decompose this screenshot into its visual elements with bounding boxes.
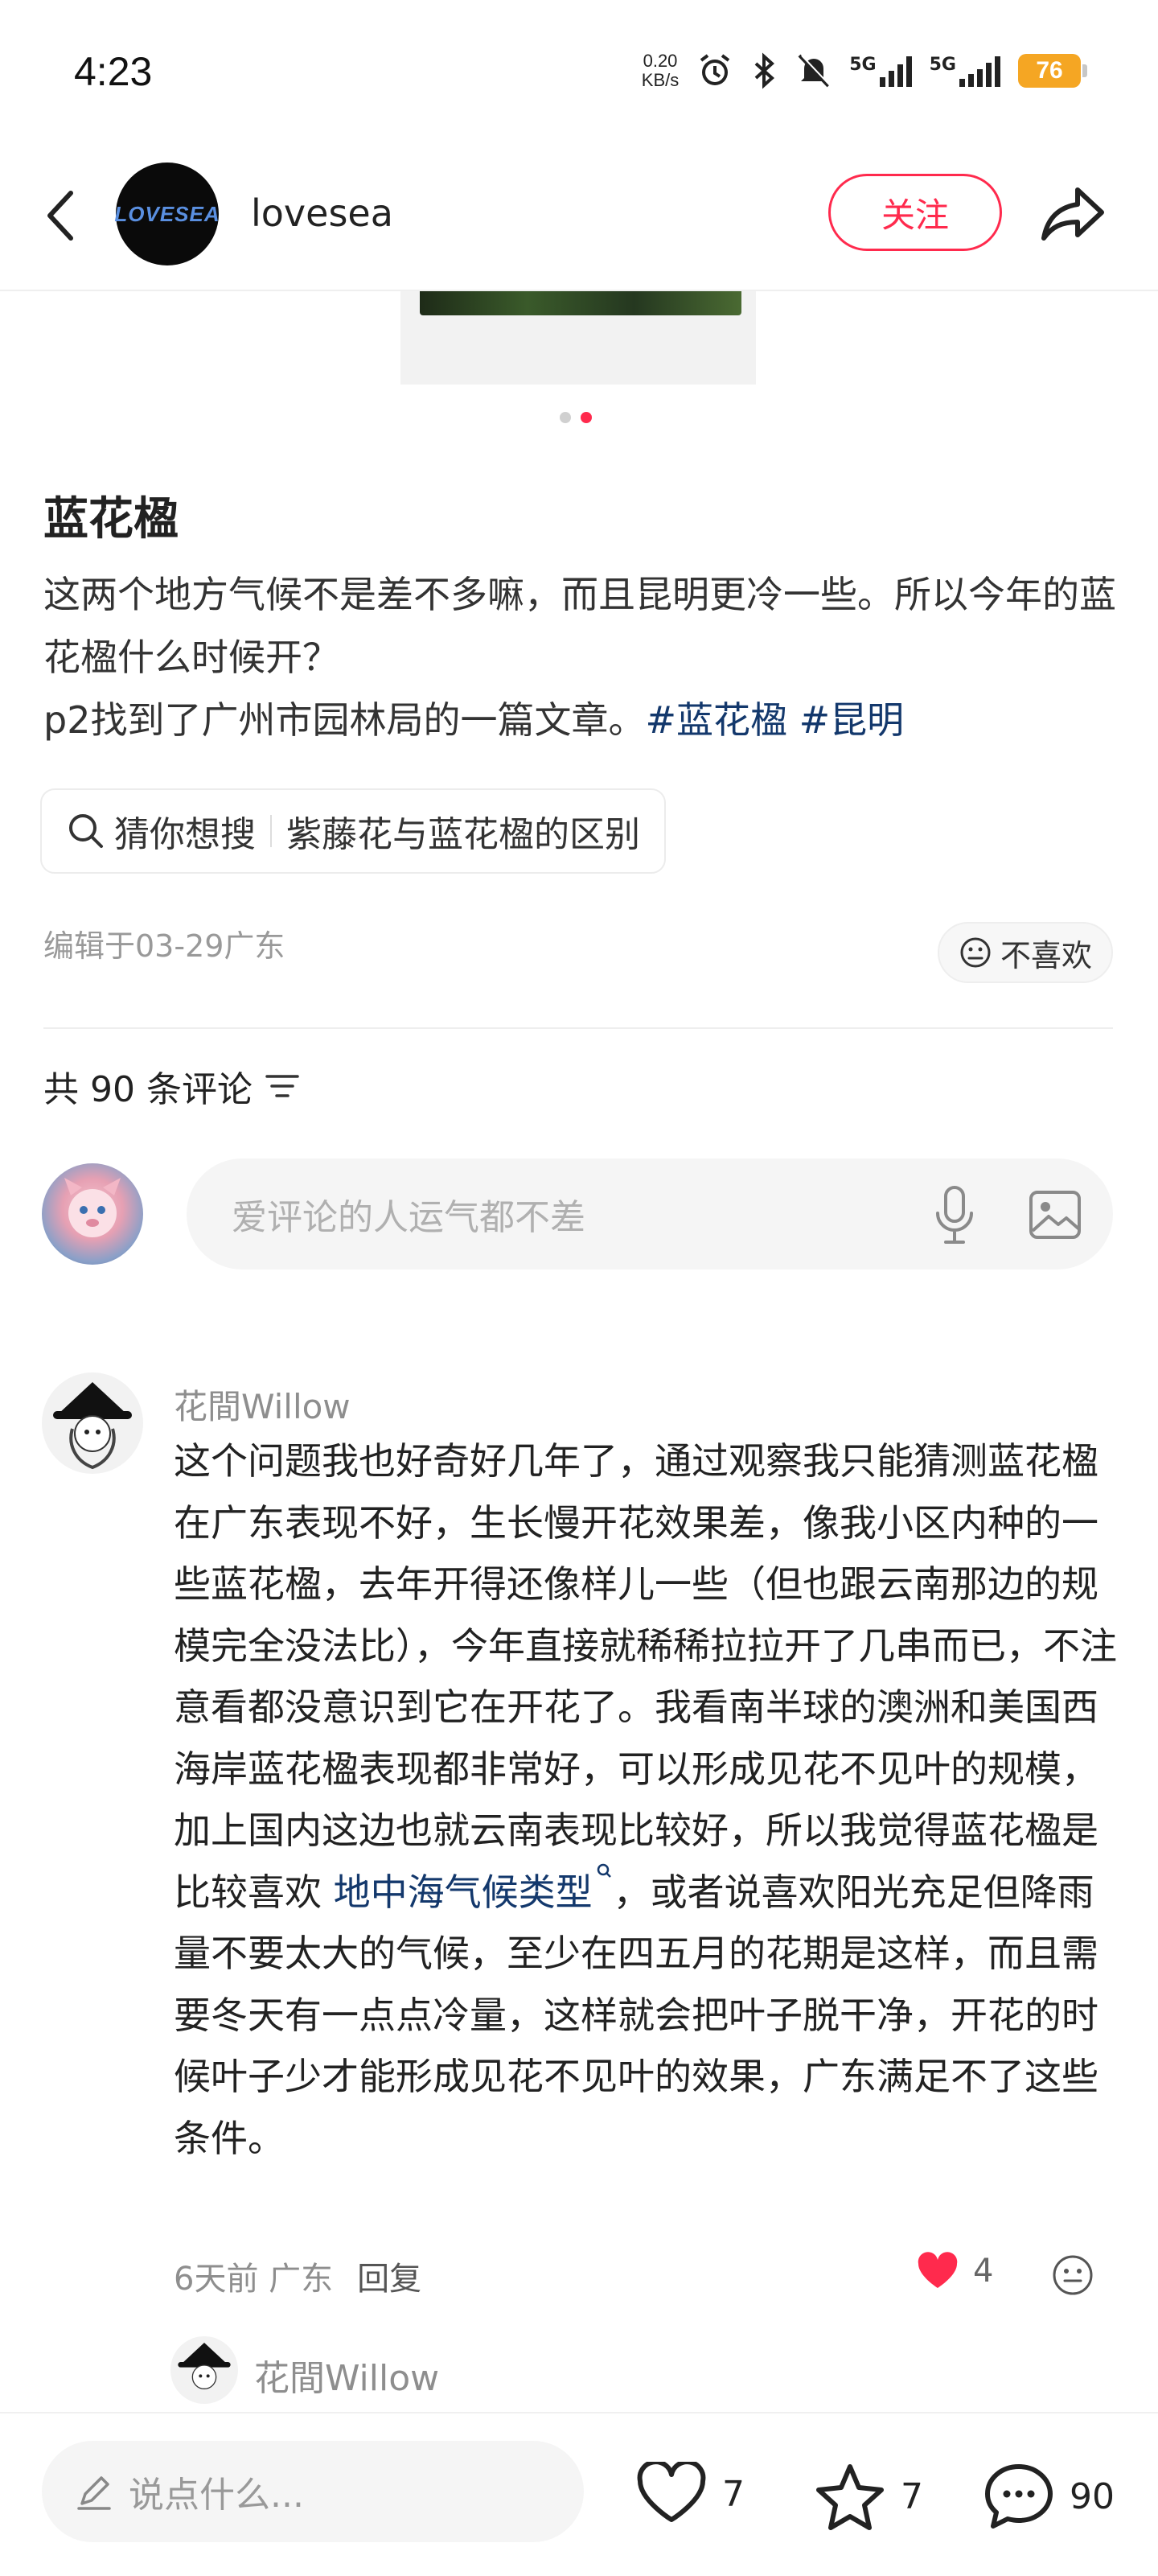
bluetooth-icon [754, 52, 775, 89]
post-title: 蓝花楹 [43, 493, 179, 545]
net-speed-unit: KB/s [641, 70, 680, 90]
comment-bubble-icon [985, 2464, 1053, 2529]
comment-time: 6天前 广东 [174, 2253, 333, 2299]
sort-filter-icon[interactable] [264, 1070, 301, 1102]
wiki-link-text: 地中海气候类型 [333, 1870, 593, 1914]
back-arrow-icon[interactable] [39, 183, 87, 248]
carousel-dot [560, 412, 571, 423]
post-body: 这两个地方气候不是差不多嘛，而且昆明更冷一些。所以今年的蓝花楹什么时候开？ p2… [43, 563, 1121, 751]
microphone-icon[interactable] [926, 1183, 983, 1247]
battery-indicator: 76 [1018, 54, 1087, 88]
dislike-button[interactable]: 不喜欢 [938, 922, 1113, 983]
search-small-icon [597, 1863, 611, 1878]
pencil-icon [77, 2476, 111, 2510]
reply-author-avatar[interactable] [170, 2336, 238, 2404]
follow-button[interactable]: 关注 [828, 174, 1002, 251]
hashtag-link[interactable]: #昆明 [799, 698, 905, 742]
network-speed: 0.20 KB/s [642, 51, 679, 90]
collect-count: 7 [901, 2475, 923, 2517]
reply-button[interactable]: 回复 [357, 2253, 421, 2299]
frown-face-icon [960, 937, 991, 968]
post-header: LOVESEA lovesea 关注 [0, 145, 1158, 291]
status-icons: 0.20 KB/s 5G 5G 76 [642, 47, 1087, 95]
search-term: 紫藤花与蓝花楹的区别 [286, 814, 640, 855]
comment-text: 这个问题我也好奇好几年了，通过观察我只能猜测蓝花楹在广东表现不好，生长慢开花效果… [174, 1430, 1123, 2169]
comment-input-placeholder: 爱评论的人运气都不差 [232, 1197, 585, 1238]
reply-author-name[interactable]: 花間Willow [254, 2349, 439, 2401]
edit-info: 编辑于03-29广东 [43, 928, 285, 964]
like-button[interactable]: 7 [635, 2462, 745, 2526]
commenter-avatar[interactable] [42, 1372, 143, 1474]
signal-sim2-icon: 5G [930, 55, 1000, 87]
comment-like-count: 4 [973, 2253, 994, 2290]
author-logo-text: LOVESEA [114, 201, 220, 226]
wiki-link[interactable]: 地中海气候类型 [333, 1863, 614, 1914]
mute-bell-icon [798, 54, 832, 88]
commenter-name[interactable]: 花間Willow [174, 1380, 351, 1429]
emoji-reaction-icon[interactable] [1050, 2253, 1095, 2298]
star-icon [816, 2464, 884, 2530]
sim2-label: 5G [929, 55, 956, 75]
alarm-icon [700, 54, 730, 85]
share-icon[interactable] [1037, 177, 1110, 249]
suggested-search-chip[interactable]: 猜你想搜 紫藤花与蓝花楹的区别 [40, 788, 666, 874]
heart-filled-icon [918, 2252, 958, 2288]
net-speed-value: 0.20 [643, 51, 678, 71]
sim1-label: 5G [849, 55, 877, 75]
say-placeholder: 说点什么... [129, 2475, 304, 2516]
hashtag-link[interactable]: #蓝花楹 [645, 698, 787, 742]
dislike-label: 不喜欢 [1000, 937, 1092, 973]
status-time: 4:23 [74, 49, 153, 94]
search-icon [69, 814, 103, 848]
bottom-action-bar: 说点什么... 7 7 90 [0, 2412, 1158, 2576]
comment-button[interactable]: 90 [983, 2462, 1115, 2531]
comment-input[interactable]: 爱评论的人运气都不差 [187, 1158, 1113, 1269]
heart-icon [637, 2462, 706, 2522]
search-prefix: 猜你想搜 [114, 814, 256, 855]
current-user-avatar [42, 1163, 143, 1265]
post-body-text: p2找到了广州市园林局的一篇文章。 [43, 698, 646, 742]
post-body-line1: 这两个地方气候不是差不多嘛，而且昆明更冷一些。所以今年的蓝花楹什么时候开？ [43, 573, 1116, 679]
post-body-line2: p2找到了广州市园林局的一篇文章。#蓝花楹 #昆明 [43, 689, 1121, 751]
comment-like-button[interactable]: 4 [915, 2251, 993, 2291]
author-name[interactable]: lovesea [251, 191, 393, 235]
comment-time-value: 6天前 [174, 2261, 259, 2298]
post-image[interactable] [400, 291, 756, 385]
like-count: 7 [722, 2473, 745, 2515]
carousel-indicator [560, 412, 592, 423]
say-something-input[interactable]: 说点什么... [42, 2441, 584, 2542]
signal-sim1-icon: 5G [849, 55, 912, 87]
comment-meta: 6天前 广东 回复 [174, 2253, 421, 2299]
comment-count-header[interactable]: 共 90 条评论 [43, 1060, 301, 1112]
image-icon[interactable] [1026, 1186, 1084, 1244]
comment-total-count: 90 [1070, 2475, 1115, 2517]
comment-count-label: 共 90 条评论 [43, 1069, 253, 1110]
collect-button[interactable]: 7 [814, 2462, 923, 2531]
comment-location: 广东 [269, 2261, 334, 2298]
author-avatar[interactable]: LOVESEA [114, 163, 220, 265]
divider [43, 1027, 1113, 1029]
comment-text-part: 这个问题我也好奇好几年了，通过观察我只能猜测蓝花楹在广东表现不好，生长慢开花效果… [174, 1439, 1117, 1914]
carousel-dot-active [581, 412, 592, 423]
